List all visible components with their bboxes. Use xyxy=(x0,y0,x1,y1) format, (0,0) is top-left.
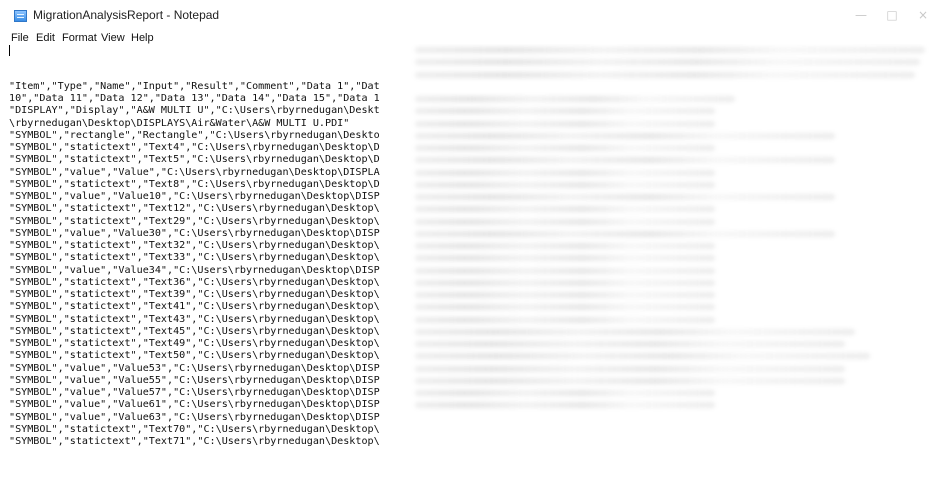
blurred-text-stripe xyxy=(415,47,925,53)
editor-line-text: "SYMBOL","statictext","Text70","C:\Users… xyxy=(9,423,380,435)
editor-line-text: "SYMBOL","statictext","Text36","C:\Users… xyxy=(9,276,380,288)
editor-line-text: "SYMBOL","value","Value10","C:\Users\rby… xyxy=(9,191,380,202)
editor-line-text: "SYMBOL","statictext","Text33","C:\Users… xyxy=(9,252,380,264)
blurred-text-stripe xyxy=(415,279,715,286)
editor-line-text: "SYMBOL","statictext","Text45","C:\Users… xyxy=(9,325,380,337)
editor-line-text: "SYMBOL","statictext","Text12","C:\Users… xyxy=(9,203,380,215)
blurred-text-stripe xyxy=(415,132,835,139)
editor-line-text: "SYMBOL","statictext","Text49","C:\Users… xyxy=(9,338,380,349)
blurred-text-stripe xyxy=(415,157,835,164)
blurred-text-stripe xyxy=(415,292,715,298)
blurred-text-stripe xyxy=(415,71,915,78)
blurred-text-stripe xyxy=(415,328,855,335)
editor-line-text: "SYMBOL","value","Value55","C:\Users\rby… xyxy=(9,374,380,386)
editor-line-text: "DISPLAY","Display","A&W MULTI U","C:\Us… xyxy=(9,105,380,117)
menu-view[interactable]: View xyxy=(101,32,125,44)
blurred-text-stripe xyxy=(415,145,715,151)
blurred-text-stripe xyxy=(415,341,845,347)
menu-help[interactable]: Help xyxy=(131,32,154,44)
blurred-text-stripe xyxy=(415,96,735,102)
title-bar: MigrationAnalysisReport - Notepad — □ × xyxy=(0,0,942,30)
blurred-text-stripe xyxy=(415,181,715,188)
editor-line-text: "SYMBOL","rectangle","Rectangle","C:\Use… xyxy=(9,129,380,141)
blurred-text-stripe xyxy=(415,206,715,213)
blurred-text-stripe xyxy=(415,402,715,409)
blurred-text-stripe xyxy=(415,218,715,225)
blurred-text-stripe xyxy=(415,267,715,274)
blurred-text-stripe xyxy=(415,353,870,360)
blurred-text-stripe xyxy=(415,255,715,262)
editor-line-text: "SYMBOL","statictext","Text39","C:\Users… xyxy=(9,289,380,300)
blurred-text-stripe xyxy=(415,194,835,200)
editor-line-text: "SYMBOL","value","Value57","C:\Users\rby… xyxy=(9,387,380,398)
blurred-text-stripe xyxy=(415,169,715,176)
blurred-text-stripe xyxy=(415,108,715,115)
menu-edit[interactable]: Edit xyxy=(36,32,55,44)
notepad-icon xyxy=(14,10,27,22)
editor-line-text: "SYMBOL","value","Value34","C:\Users\rby… xyxy=(9,264,380,276)
editor-line-text: "SYMBOL","value","Value61","C:\Users\rby… xyxy=(9,399,380,411)
blurred-text-stripe xyxy=(415,243,715,249)
blurred-text-stripe xyxy=(415,120,715,127)
editor-line-text: "SYMBOL","statictext","Text43","C:\Users… xyxy=(9,313,380,325)
editor-line-text: "SYMBOL","value","Value30","C:\Users\rby… xyxy=(9,227,380,239)
editor-line-text: \rbyrnedugan\Desktop\DISPLAYS\Air&Water\… xyxy=(9,117,350,129)
text-cursor xyxy=(9,45,10,56)
editor-line-text: "SYMBOL","statictext","Text4","C:\Users\… xyxy=(9,142,380,153)
blurred-text-stripe xyxy=(415,390,715,396)
menu-format[interactable]: Format xyxy=(62,32,97,44)
blurred-text-stripe xyxy=(415,365,845,372)
minimize-icon[interactable]: — xyxy=(854,8,868,22)
blurred-text-stripe xyxy=(415,377,845,384)
editor-line-text: "SYMBOL","statictext","Text71","C:\Users… xyxy=(9,436,380,447)
maximize-icon[interactable]: □ xyxy=(885,8,899,22)
window-title: MigrationAnalysisReport - Notepad xyxy=(33,8,220,22)
editor-line-text: "SYMBOL","statictext","Text41","C:\Users… xyxy=(9,301,380,313)
editor-line-text: "SYMBOL","statictext","Text8","C:\Users\… xyxy=(9,178,380,190)
text-editor[interactable]: "Item","Type","Name","Input","Result","C… xyxy=(9,44,934,474)
editor-line-text: "SYMBOL","statictext","Text5","C:\Users\… xyxy=(9,154,380,166)
editor-line-text: "SYMBOL","value","Value53","C:\Users\rby… xyxy=(9,362,380,374)
blurred-text-stripe xyxy=(415,230,835,237)
blurred-content-region xyxy=(415,44,934,474)
editor-line-text: "Item","Type","Name","Input","Result","C… xyxy=(9,80,380,92)
editor-line-text: "SYMBOL","statictext","Text29","C:\Users… xyxy=(9,215,380,227)
blurred-text-stripe xyxy=(415,59,920,66)
editor-line-text: 10","Data 11","Data 12","Data 13","Data … xyxy=(9,93,380,104)
notepad-window: MigrationAnalysisReport - Notepad — □ × … xyxy=(0,0,942,480)
editor-line-text: "SYMBOL","value","Value63","C:\Users\rby… xyxy=(9,411,380,423)
editor-line-text: "SYMBOL","value","Value","C:\Users\rbyrn… xyxy=(9,166,380,178)
blurred-text-stripe xyxy=(415,304,715,311)
blurred-text-stripe xyxy=(415,316,715,323)
editor-line-text: "SYMBOL","statictext","Text32","C:\Users… xyxy=(9,240,380,251)
editor-line-text: "SYMBOL","statictext","Text50","C:\Users… xyxy=(9,350,380,362)
menu-file[interactable]: File xyxy=(11,32,29,44)
close-icon[interactable]: × xyxy=(916,8,930,22)
